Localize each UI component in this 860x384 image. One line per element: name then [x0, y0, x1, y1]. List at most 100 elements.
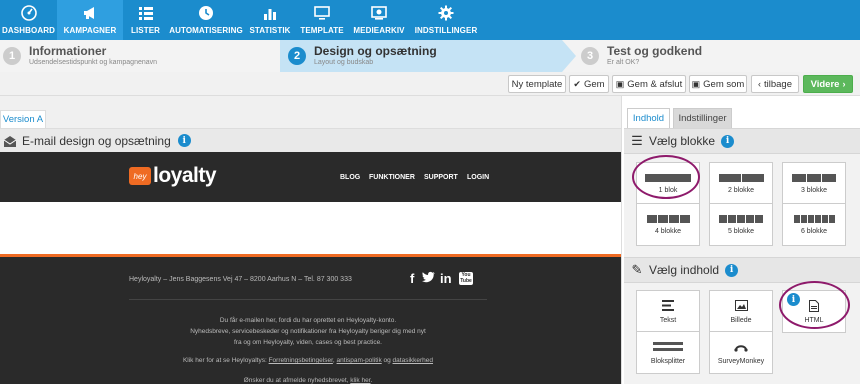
magic-wand-icon: ✎: [631, 262, 643, 277]
content-image[interactable]: Billede: [709, 290, 773, 333]
nav-label: INDSTILLINGER: [414, 26, 478, 35]
active-step-arrow: [562, 40, 576, 72]
megaphone-icon: [82, 5, 98, 21]
nav-lister[interactable]: LISTER: [123, 0, 168, 40]
block-6[interactable]: 6 blokke: [782, 203, 846, 246]
step-test[interactable]: 3 Test og godkend Er alt OK?: [581, 40, 702, 72]
block-2[interactable]: 2 blokke: [709, 162, 773, 205]
email-nav-blog: BLOG: [340, 174, 361, 181]
button-label: tilbage: [764, 78, 792, 90]
version-a-tab[interactable]: Version A: [0, 110, 46, 128]
block-preview: [718, 173, 764, 182]
facebook-icon: f: [410, 271, 415, 286]
highlight-circle: [632, 155, 700, 199]
button-label: Gem: [583, 78, 605, 90]
step-subtitle: Layout og budskab: [314, 58, 374, 66]
gear-icon: [438, 5, 454, 21]
step-number: 1: [3, 47, 21, 65]
button-label: Gem som: [703, 78, 745, 90]
nav-dashboard[interactable]: DASHBOARD: [0, 0, 57, 40]
terms-link[interactable]: Forretningsbetingelser: [269, 357, 333, 364]
nav-label: STATISTIK: [249, 26, 291, 35]
new-template-button[interactable]: Ny template: [508, 75, 566, 93]
content-label: Billede: [730, 316, 752, 324]
step-subtitle: Er alt OK?: [607, 58, 640, 66]
choose-content-header: ✎ Vælg indhold i: [624, 257, 860, 283]
step-title: Design og opsætning: [314, 43, 437, 58]
nav-kampagner[interactable]: KAMPAGNER: [57, 0, 123, 40]
choose-blocks-header: ☰ Vælg blokke i: [624, 128, 860, 154]
block-3[interactable]: 3 blokke: [782, 162, 846, 205]
nav-label: TEMPLATE: [300, 26, 344, 35]
block-label: 5 blokke: [727, 227, 755, 235]
step-title: Informationer: [29, 43, 107, 58]
highlight-circle: [779, 281, 850, 329]
info-icon[interactable]: i: [177, 134, 191, 147]
nav-automatisering[interactable]: AUTOMATISERING: [168, 0, 244, 40]
top-navigation: DASHBOARD KAMPAGNER LISTER AUTOMATISERIN…: [0, 0, 860, 40]
email-nav-support: SUPPORT: [424, 174, 458, 181]
chevron-right-icon: ›: [842, 79, 846, 89]
footer-text: Klik her for at se Heyloyaltys:: [182, 357, 269, 364]
footer-text-line: Du får e-mailen her, fordi du har oprett…: [219, 317, 397, 324]
email-footer[interactable]: Heyloyalty – Jens Baggesens Vej 47 – 820…: [0, 254, 621, 384]
twitter-icon: [422, 271, 435, 286]
step-informationer[interactable]: 1 Informationer Udsendelsestidspunkt og …: [3, 40, 157, 72]
tab-indstillinger[interactable]: Indstillinger: [673, 108, 732, 128]
nav-label: AUTOMATISERING: [169, 26, 243, 35]
printer-icon: ▣: [615, 78, 625, 89]
step-number: 3: [581, 47, 599, 65]
back-button[interactable]: ‹ tilbage: [751, 75, 799, 93]
save-button[interactable]: ✔ Gem: [569, 75, 609, 93]
section-title: Vælg indhold: [649, 263, 720, 277]
button-label: Gem & afslut: [627, 78, 683, 90]
unsubscribe-link[interactable]: klik her: [350, 377, 370, 384]
email-content-block[interactable]: [0, 202, 621, 254]
content-label: Bloksplitter: [650, 357, 686, 365]
button-label: Ny template: [511, 78, 563, 90]
block-5[interactable]: 5 blokke: [709, 203, 773, 246]
block-preview: [719, 214, 763, 223]
linkedin-icon: in: [440, 271, 452, 286]
content-text[interactable]: Tekst: [636, 290, 700, 333]
block-label: 4 blokke: [654, 227, 682, 235]
footer-divider: [129, 299, 487, 300]
save-as-button[interactable]: ▣ Gem som: [689, 75, 747, 93]
save-close-button[interactable]: ▣ Gem & afslut: [612, 75, 686, 93]
nav-mediearkiv[interactable]: MEDIEARKIV: [348, 0, 410, 40]
bar-chart-icon: [262, 5, 278, 21]
youtube-icon: You Tube: [459, 272, 473, 285]
section-title: Vælg blokke: [649, 134, 716, 148]
block-4[interactable]: 4 blokke: [636, 203, 700, 246]
heyloyalty-logo: hey loyalty: [129, 164, 217, 188]
block-preview: [792, 173, 836, 182]
nav-indstillinger[interactable]: INDSTILLINGER: [410, 0, 482, 40]
nav-template[interactable]: TEMPLATE: [296, 0, 348, 40]
media-icon: [371, 5, 387, 21]
antispam-link[interactable]: antispam-politik: [337, 357, 382, 364]
content-splitter[interactable]: Bloksplitter: [636, 331, 700, 374]
toolbar: Ny template ✔ Gem ▣ Gem & afslut ▣ Gem s…: [0, 72, 860, 96]
block-preview: [646, 214, 690, 223]
text-icon: [662, 300, 674, 312]
step-design[interactable]: 2 Design og opsætning Layout og budskab: [288, 40, 437, 72]
nav-label: MEDIEARKIV: [353, 26, 405, 35]
tab-indhold[interactable]: Indhold: [627, 108, 670, 128]
dashboard-icon: [20, 5, 37, 21]
nav-statistik[interactable]: STATISTIK: [244, 0, 296, 40]
security-link[interactable]: datasikkerhed: [393, 357, 433, 364]
email-header[interactable]: hey loyalty BLOG FUNKTIONER SUPPORT LOGI…: [0, 152, 621, 202]
list-icon: [138, 5, 154, 21]
email-nav-login: LOGIN: [467, 174, 490, 181]
info-icon[interactable]: i: [725, 263, 739, 277]
content-surveymonkey[interactable]: SurveyMonkey: [709, 331, 773, 374]
footer-text-line: Nyhedsbreve, servicebeskeder og notifika…: [190, 328, 426, 335]
step-subtitle: Udsendelsestidspunkt og kampagnenavn: [29, 58, 158, 66]
editor-header: E-mail design og opsætning i: [0, 128, 621, 152]
footer-address: Heyloyalty – Jens Baggesens Vej 47 – 820…: [129, 276, 352, 283]
next-button[interactable]: Videre ›: [803, 75, 853, 93]
footer-links-line: Klik her for at se Heyloyaltys: Forretni…: [129, 355, 487, 366]
footer-text: Ønsker du at afmelde nyhedsbrevet,: [243, 377, 351, 384]
rows-icon: ☰: [631, 133, 643, 148]
info-icon[interactable]: i: [721, 134, 735, 148]
